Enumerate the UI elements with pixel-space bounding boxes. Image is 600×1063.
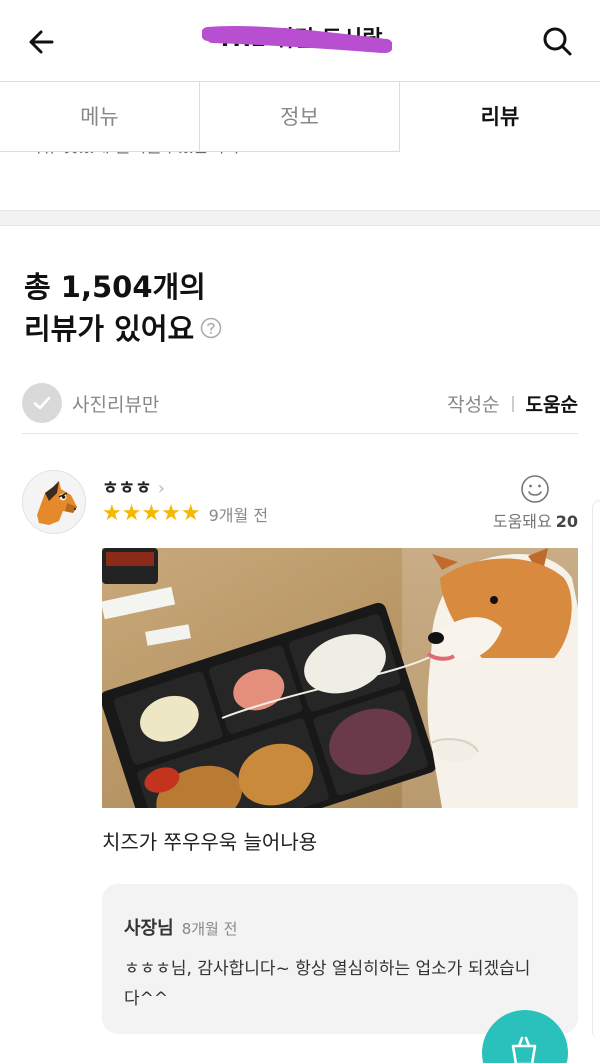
- owner-name: 사장님 8개월 전: [124, 918, 238, 939]
- review-photo[interactable]: [102, 548, 578, 808]
- sort-options: 작성순 도움순: [447, 390, 578, 417]
- sort-divider: [511, 395, 514, 412]
- back-button[interactable]: [22, 22, 62, 62]
- side-panel-edge: [592, 500, 600, 1040]
- review-text: 치즈가 쭈우우욱 늘어나용: [102, 830, 318, 854]
- arrow-left-icon: [29, 30, 54, 54]
- helpful-button[interactable]: 도움돼요 20: [493, 508, 578, 532]
- review-summary: 총 1,504개의 리뷰가 있어요: [24, 266, 222, 350]
- review-date: 9개월 전: [208, 506, 269, 525]
- owner-reply-date: 8개월 전: [181, 920, 238, 938]
- search-icon: [543, 27, 572, 56]
- photo-only-toggle[interactable]: 사진리뷰만: [22, 382, 159, 424]
- review-filter-bar: 사진리뷰만 작성순 도움순: [22, 380, 578, 434]
- review-count-line: 총 1,504개의: [24, 270, 206, 304]
- reviewer-name[interactable]: ㅎㅎㅎ ›: [102, 474, 165, 500]
- top-app-bar: THE 튀김 도시락: [0, 0, 600, 82]
- avatar[interactable]: [22, 470, 86, 534]
- tab-menu[interactable]: 메뉴: [0, 82, 200, 152]
- redaction-scribble: [202, 25, 392, 53]
- chevron-right-icon: ›: [157, 478, 165, 499]
- review-exists-line: 리뷰가 있어요: [24, 308, 222, 350]
- helpful-count: 20: [555, 512, 578, 531]
- tab-info[interactable]: 정보: [200, 82, 400, 152]
- horse-avatar-icon: [23, 471, 85, 533]
- star-rating: ★★★★★: [102, 501, 201, 526]
- owner-reply: 사장님 8개월 전 ㅎㅎㅎ님, 감사합니다~ 항상 열심히하는 업소가 되겠습니다…: [102, 884, 578, 1034]
- sort-latest-button[interactable]: 작성순: [447, 390, 499, 417]
- help-icon[interactable]: [200, 317, 222, 339]
- owner-reply-text: ㅎㅎㅎ님, 감사합니다~ 항상 열심히하는 업소가 되겠습니다^^: [124, 959, 531, 1009]
- photo-only-label: 사진리뷰만: [72, 393, 160, 416]
- sort-helpful-button[interactable]: 도움순: [526, 390, 578, 417]
- smile-icon[interactable]: [520, 474, 550, 504]
- tab-bar: 메뉴 정보 리뷰: [0, 82, 600, 152]
- check-circle-icon: [22, 383, 62, 423]
- search-button[interactable]: [538, 22, 578, 62]
- shopping-bag-icon: [511, 1036, 537, 1063]
- section-divider: [0, 210, 600, 226]
- tab-reviews[interactable]: 리뷰: [400, 82, 600, 152]
- rating: ★★★★★ 9개월 전: [102, 502, 268, 526]
